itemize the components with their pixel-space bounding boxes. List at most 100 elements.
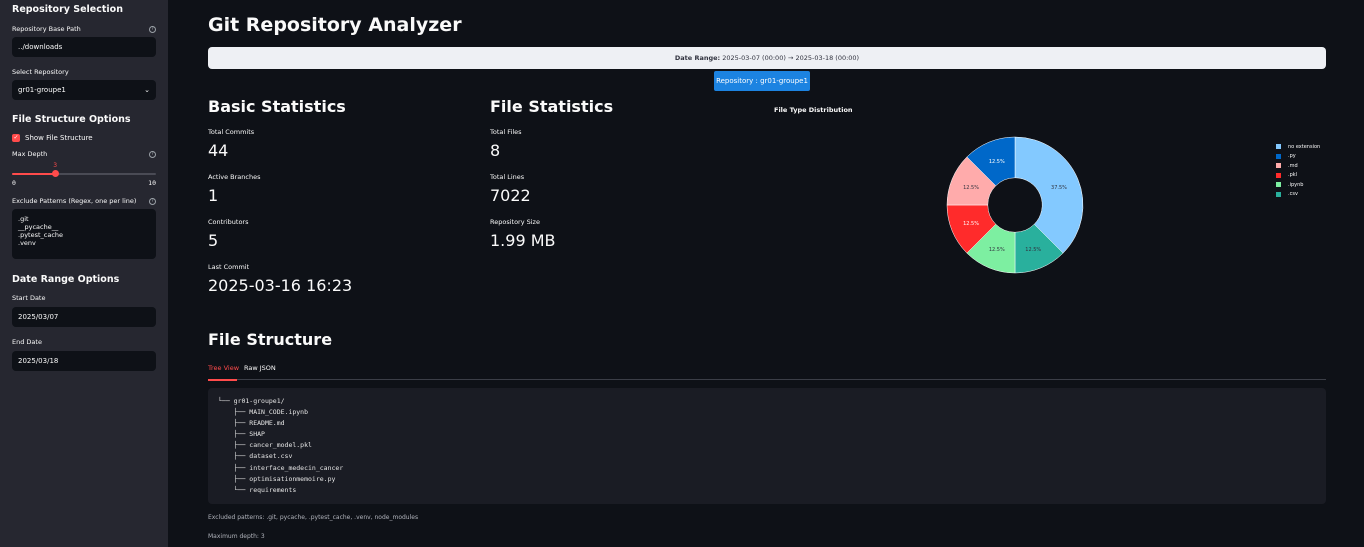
max-depth-label: Max Depth bbox=[12, 150, 48, 158]
repo-size-value: 1.99 MB bbox=[490, 231, 556, 250]
max-depth-slider[interactable]: 3 bbox=[12, 159, 156, 183]
date-range-label: Date Range: bbox=[674, 54, 721, 62]
last-commit-label: Last Commit bbox=[208, 263, 250, 271]
date-range-banner: Date Range: 2025-03-07 (00:00) → 2025-03… bbox=[208, 47, 1326, 69]
donut-slice-label: 37.5% bbox=[1051, 185, 1067, 191]
legend-swatch bbox=[1276, 153, 1281, 159]
help-icon[interactable]: ? bbox=[149, 25, 156, 33]
donut-slice-label: 12.5% bbox=[963, 221, 979, 227]
chart-legend: no extension .py .md .pkl .ipynb .csv bbox=[1276, 142, 1320, 199]
legend-swatch bbox=[1276, 163, 1281, 169]
active-branches-value: 1 bbox=[208, 186, 219, 205]
file-structure-section-heading: File Structure Options bbox=[12, 114, 131, 125]
slider-value: 3 bbox=[53, 162, 58, 169]
legend-item[interactable]: .py bbox=[1276, 152, 1320, 162]
file-structure-tabs: Tree View Raw JSON bbox=[208, 362, 1326, 381]
tree-line: ├── dataset.csv bbox=[218, 452, 293, 461]
legend-swatch bbox=[1276, 191, 1281, 197]
base-path-label: Repository Base Path bbox=[12, 25, 81, 33]
chart-title: File Type Distribution bbox=[774, 106, 853, 114]
file-type-donut-chart: 37.5% 12.5% 12.5% 12.5% 12.5% 12.5% bbox=[946, 136, 1084, 274]
base-path-label-row: Repository Base Path ? bbox=[12, 24, 156, 34]
active-tab-indicator bbox=[208, 379, 237, 381]
contributors-label: Contributors bbox=[208, 218, 249, 226]
legend-swatch bbox=[1276, 182, 1281, 188]
checkbox-checked-icon[interactable]: ✓ bbox=[12, 134, 20, 142]
total-commits-value: 44 bbox=[208, 141, 229, 160]
basic-stats-heading: Basic Statistics bbox=[208, 97, 346, 116]
tree-line: ├── interface_medecin_cancer bbox=[218, 463, 344, 472]
tree-line: ├── cancer_model.pkl bbox=[218, 441, 312, 450]
legend-label: no extension bbox=[1288, 143, 1321, 150]
legend-item[interactable]: .md bbox=[1276, 161, 1320, 171]
slider-thumb[interactable] bbox=[52, 170, 60, 177]
legend-label: .ipynb bbox=[1288, 181, 1304, 188]
main-content: Git Repository Analyzer Date Range: 2025… bbox=[208, 0, 1326, 547]
legend-item[interactable]: .csv bbox=[1276, 190, 1320, 200]
start-date-label-text: Start Date bbox=[12, 294, 46, 302]
repo-section-heading: Repository Selection bbox=[12, 4, 123, 15]
show-file-structure-label: Show File Structure bbox=[25, 134, 93, 142]
base-path-input[interactable]: ../downloads bbox=[12, 37, 156, 57]
legend-swatch bbox=[1276, 172, 1281, 178]
max-depth-note: Maximum depth: 3 bbox=[208, 533, 265, 540]
show-file-structure-checkbox-row[interactable]: ✓ Show File Structure bbox=[12, 132, 156, 144]
select-repo-label: Select Repository bbox=[12, 67, 156, 77]
repo-select-value: gr01-groupe1 bbox=[18, 86, 66, 94]
max-depth-label-row: Max Depth ? bbox=[12, 149, 156, 159]
exclude-line: .venv bbox=[18, 239, 36, 247]
end-date-input[interactable]: 2025/03/18 bbox=[12, 351, 156, 371]
tree-line: ├── SHAP bbox=[218, 430, 265, 439]
exclude-label: Exclude Patterns (Regex, one per line) bbox=[12, 197, 137, 205]
tree-line: └── gr01-groupe1/ bbox=[218, 397, 285, 405]
exclude-patterns-textarea[interactable]: .git __pycache__ .pytest_cache .venv bbox=[12, 209, 156, 259]
last-commit-value: 2025-03-16 16:23 bbox=[208, 276, 353, 295]
chevron-down-icon: ⌄ bbox=[144, 86, 150, 94]
repo-select[interactable]: gr01-groupe1 ⌄ bbox=[12, 80, 156, 100]
exclude-line: __pycache__ bbox=[18, 223, 59, 231]
select-repo-label-text: Select Repository bbox=[12, 68, 69, 76]
total-lines-label: Total Lines bbox=[490, 173, 525, 181]
date-range-value: 2025-03-07 (00:00) → 2025-03-18 (00:00) bbox=[722, 54, 860, 62]
donut-slice-label: 12.5% bbox=[989, 247, 1005, 253]
donut-slice-label: 12.5% bbox=[963, 185, 979, 191]
legend-swatch bbox=[1276, 144, 1281, 150]
total-lines-value: 7022 bbox=[490, 186, 531, 205]
exclude-label-row: Exclude Patterns (Regex, one per line) ? bbox=[12, 196, 156, 206]
donut-slice-label: 12.5% bbox=[1025, 247, 1041, 253]
legend-label: .csv bbox=[1288, 191, 1298, 198]
repo-size-label: Repository Size bbox=[490, 218, 540, 226]
legend-item[interactable]: no extension bbox=[1276, 142, 1320, 152]
active-branches-label: Active Branches bbox=[208, 173, 261, 181]
contributors-value: 5 bbox=[208, 231, 219, 250]
legend-item[interactable]: .pkl bbox=[1276, 171, 1320, 181]
excluded-patterns-note: Excluded patterns: .git, pycache, .pytes… bbox=[208, 514, 419, 521]
file-stats-heading: File Statistics bbox=[490, 97, 614, 116]
date-range-section-heading: Date Range Options bbox=[12, 274, 120, 285]
exclude-line: .git bbox=[18, 215, 29, 223]
donut-slice-label: 12.5% bbox=[989, 159, 1005, 165]
sidebar: Repository Selection Repository Base Pat… bbox=[0, 0, 168, 547]
tree-line: ├── README.md bbox=[218, 419, 285, 428]
end-date-label: End Date bbox=[12, 337, 156, 347]
file-tree-code-block: └── gr01-groupe1/ ├── MAIN_CODE.ipynb ├─… bbox=[208, 388, 1326, 504]
end-date-label-text: End Date bbox=[12, 338, 42, 346]
total-files-label: Total Files bbox=[490, 128, 522, 136]
total-files-value: 8 bbox=[490, 141, 501, 160]
help-icon[interactable]: ? bbox=[149, 150, 156, 158]
legend-label: .md bbox=[1288, 162, 1298, 169]
tab-tree-view[interactable]: Tree View bbox=[208, 364, 239, 372]
exclude-line: .pytest_cache bbox=[18, 231, 64, 239]
file-structure-heading: File Structure bbox=[208, 330, 333, 349]
help-icon[interactable]: ? bbox=[149, 197, 156, 205]
tree-line: └── requirements bbox=[218, 485, 297, 494]
tree-line: ├── MAIN_CODE.ipynb bbox=[218, 408, 309, 417]
legend-label: .pkl bbox=[1288, 172, 1298, 179]
slider-fill bbox=[12, 173, 56, 175]
tree-line: ├── optimisationmemoire.py bbox=[218, 474, 336, 483]
legend-item[interactable]: .ipynb bbox=[1276, 180, 1320, 190]
repository-button[interactable]: Repository : gr01-groupe1 bbox=[714, 71, 810, 91]
start-date-input[interactable]: 2025/03/07 bbox=[12, 307, 156, 327]
tab-raw-json[interactable]: Raw JSON bbox=[244, 364, 276, 372]
total-commits-label: Total Commits bbox=[208, 128, 255, 136]
